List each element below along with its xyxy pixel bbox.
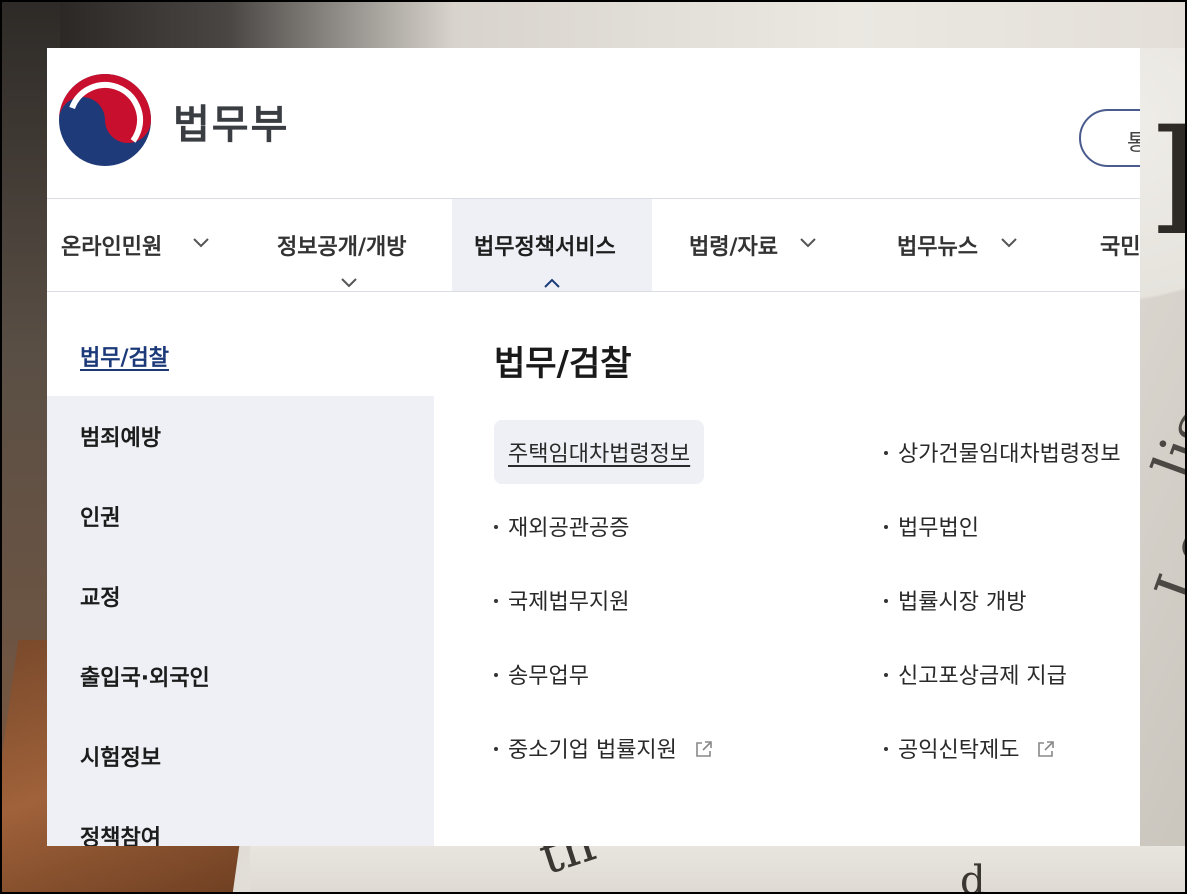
sidebar-item-exam-info[interactable]: 시험정보	[47, 716, 434, 796]
mega-menu-panel: 법무부 통 온라인민원 정보공개/개방 법무정책서비스 법령/자료 법무뉴스 국…	[47, 48, 1140, 846]
gnb-item-online-petition[interactable]: 온라인민원	[47, 199, 247, 291]
gnb-item-laws-materials[interactable]: 법령/자료	[677, 199, 877, 291]
sidebar-item-label: 시험정보	[80, 746, 161, 771]
chevron-down-icon	[341, 278, 357, 288]
bullet-icon	[884, 525, 888, 529]
submenu-content: 법무/검찰 주택임대차법령정보 상가건물임대차법령정보 재외공관공증 법무법인 …	[434, 316, 1140, 846]
link-label: 공익신탁제도	[898, 738, 1020, 763]
external-link-icon	[696, 741, 712, 757]
header-pill-button[interactable]: 통	[1079, 109, 1140, 167]
bullet-icon	[494, 525, 498, 529]
link-public-trust-system[interactable]: 공익신탁제도	[884, 732, 1056, 764]
submenu-title: 법무/검찰	[494, 344, 632, 384]
link-label: 중소기업 법률지원	[508, 738, 677, 763]
sidebar-item-immigration[interactable]: 출입국·외국인	[47, 636, 434, 716]
link-label: 국제법무지원	[508, 590, 630, 615]
bullet-icon	[494, 673, 498, 677]
global-nav: 온라인민원 정보공개/개방 법무정책서비스 법령/자료 법무뉴스 국민	[47, 199, 1140, 292]
bullet-icon	[884, 451, 888, 455]
gnb-item-label: 법령/자료	[689, 235, 778, 260]
header-pill-button-label: 통	[1127, 131, 1140, 156]
gnb-item-label: 국민	[1100, 235, 1140, 260]
gnb-item-legal-policy-service[interactable]: 법무정책서비스	[452, 199, 652, 291]
chevron-down-icon	[1001, 238, 1017, 248]
link-overseas-notarization[interactable]: 재외공관공증	[494, 510, 629, 542]
bullet-icon	[494, 599, 498, 603]
site-logo-text[interactable]: 법무부	[173, 92, 289, 150]
bullet-icon	[884, 599, 888, 603]
link-label: 법률시장 개방	[898, 590, 1027, 615]
link-label: 송무업무	[508, 664, 589, 689]
taegeuk-emblem-icon	[59, 74, 151, 166]
gnb-item-label: 정보공개/개방	[277, 235, 407, 260]
gnb-item-info-disclosure[interactable]: 정보공개/개방	[252, 199, 452, 291]
link-label: 주택임대차법령정보	[508, 442, 691, 467]
sidebar-item-corrections[interactable]: 교정	[47, 556, 434, 636]
sidebar-item-label: 범죄예방	[80, 426, 161, 451]
gnb-item-citizen[interactable]: 국민	[1087, 199, 1140, 291]
link-litigation-affairs[interactable]: 송무업무	[494, 658, 589, 690]
gnb-item-label: 온라인민원	[61, 235, 163, 260]
link-sme-legal-support[interactable]: 중소기업 법률지원	[494, 732, 714, 764]
gnb-item-label: 법무정책서비스	[474, 235, 616, 260]
chevron-up-icon	[544, 278, 560, 288]
link-international-legal-support[interactable]: 국제법무지원	[494, 584, 629, 616]
link-report-reward-payment[interactable]: 신고포상금제 지급	[884, 658, 1067, 690]
sidebar-item-legal-prosecution[interactable]: 법무/검찰	[47, 316, 434, 396]
bullet-icon	[884, 673, 888, 677]
sidebar-item-label: 정책참여	[80, 826, 161, 846]
bullet-icon	[494, 747, 498, 751]
link-label: 법무법인	[898, 516, 979, 541]
chevron-down-icon	[193, 238, 209, 248]
link-housing-lease-law[interactable]: 주택임대차법령정보	[494, 420, 705, 484]
link-legal-market-opening[interactable]: 법률시장 개방	[884, 584, 1026, 616]
bullet-icon	[884, 747, 888, 751]
sidebar-item-label: 법무/검찰	[80, 346, 169, 371]
gnb-item-legal-news[interactable]: 법무뉴스	[887, 199, 1087, 291]
link-commercial-lease-law[interactable]: 상가건물임대차법령정보	[884, 436, 1121, 468]
sidebar-item-crime-prevention[interactable]: 범죄예방	[47, 396, 434, 476]
link-label: 재외공관공증	[508, 516, 630, 541]
sidebar-item-label: 출입국·외국인	[80, 666, 210, 691]
sidebar-item-label: 인권	[80, 506, 121, 531]
sidebar-item-policy-participation[interactable]: 정책참여	[47, 796, 434, 846]
site-header: 법무부 통	[47, 48, 1140, 199]
link-label: 신고포상금제 지급	[898, 664, 1067, 689]
link-law-firms[interactable]: 법무법인	[884, 510, 979, 542]
submenu-sidebar: 법무/검찰 범죄예방 인권 교정 출입국·외국인 시험정보 정책참여	[47, 316, 434, 846]
sidebar-item-label: 교정	[80, 586, 121, 611]
external-link-icon	[1038, 741, 1055, 757]
sidebar-item-human-rights[interactable]: 인권	[47, 476, 434, 556]
chevron-down-icon	[800, 238, 816, 248]
link-label: 상가건물임대차법령정보	[898, 442, 1121, 467]
gnb-item-label: 법무뉴스	[897, 235, 978, 260]
